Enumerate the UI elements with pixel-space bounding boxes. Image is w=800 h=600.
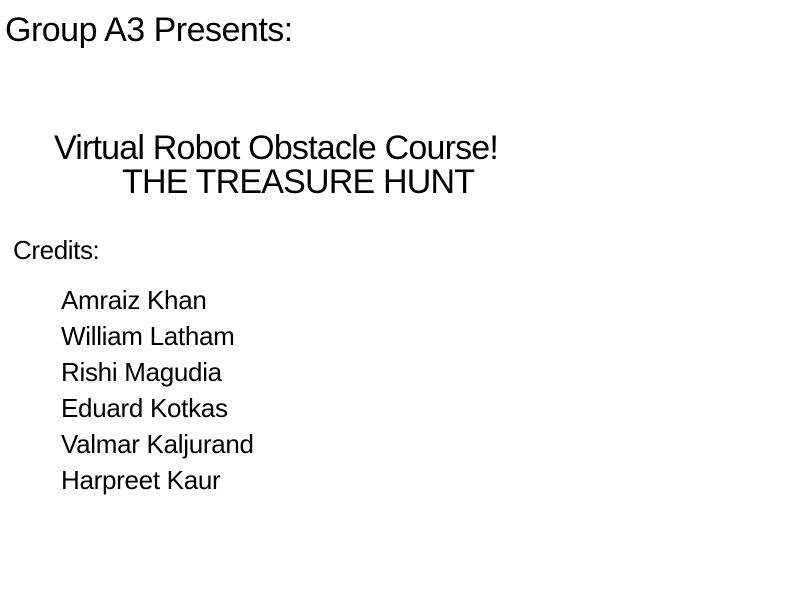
credits-heading: Credits: [13,235,100,265]
game-subtitle: THE TREASURE HUNT [122,163,475,201]
credits-screen: Group A3 Presents: Virtual Robot Obstacl… [0,0,800,600]
game-title: Virtual Robot Obstacle Course! [54,129,499,167]
credit-name: Rishi Magudia [61,357,222,387]
credits-list: Amraiz Khan William Latham Rishi Magudia… [61,282,254,498]
presents-heading: Group A3 Presents: [5,11,293,49]
credit-name: Harpreet Kaur [61,465,221,495]
credit-name: William Latham [61,321,235,351]
credit-name: Eduard Kotkas [61,393,228,423]
credit-name: Amraiz Khan [61,285,207,315]
credit-name: Valmar Kaljurand [61,429,254,459]
